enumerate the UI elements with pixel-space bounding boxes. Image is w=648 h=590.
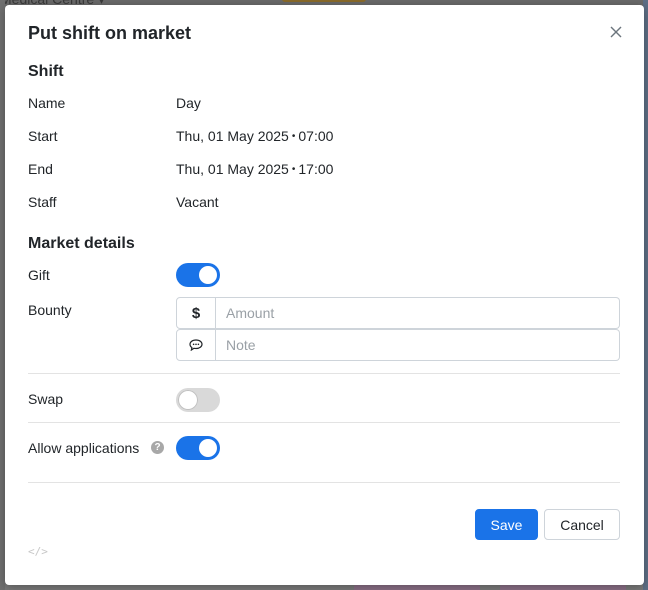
- name-value: Day: [176, 95, 201, 111]
- swap-label: Swap: [28, 391, 64, 407]
- toggle-knob: [178, 390, 198, 410]
- divider: [28, 422, 620, 423]
- start-time: 07:00: [298, 128, 334, 144]
- market-details-title: Market details: [28, 235, 135, 252]
- end-time: 17:00: [298, 161, 334, 177]
- market-shift-dialog: Put shift on market Shift Name Day Start…: [5, 5, 644, 585]
- cancel-button[interactable]: Cancel: [544, 509, 620, 540]
- gift-toggle[interactable]: [176, 263, 220, 287]
- start-date: Thu, 01 May 2025: [176, 128, 289, 144]
- start-label: Start: [28, 128, 58, 144]
- bounty-amount-group: $: [176, 297, 620, 329]
- end-value: Thu, 01 May 2025 • 17:00: [176, 161, 333, 177]
- background-badge: [282, 0, 366, 2]
- bounty-note-group: [176, 329, 620, 361]
- close-icon[interactable]: [607, 23, 625, 41]
- amount-input[interactable]: [216, 297, 620, 329]
- speech-bubble-icon: [176, 329, 216, 361]
- swap-toggle[interactable]: [176, 388, 220, 412]
- save-button[interactable]: Save: [475, 509, 538, 540]
- separator-dot: •: [291, 164, 296, 175]
- allow-applications-label: Allow applications: [28, 440, 140, 456]
- gift-label: Gift: [28, 267, 50, 283]
- end-date: Thu, 01 May 2025: [176, 161, 289, 177]
- separator-dot: •: [291, 131, 296, 142]
- shift-section-title: Shift: [28, 63, 64, 80]
- code-icon[interactable]: </>: [28, 545, 48, 558]
- dollar-icon: $: [176, 297, 216, 329]
- divider: [28, 373, 620, 374]
- bounty-label: Bounty: [28, 302, 72, 318]
- start-value: Thu, 01 May 2025 • 07:00: [176, 128, 333, 144]
- note-input[interactable]: [216, 329, 620, 361]
- staff-value: Vacant: [176, 194, 219, 210]
- end-label: End: [28, 161, 53, 177]
- staff-label: Staff: [28, 194, 57, 210]
- dialog-title: Put shift on market: [28, 23, 192, 43]
- allow-applications-toggle[interactable]: [176, 436, 220, 460]
- help-icon[interactable]: ?: [151, 441, 164, 454]
- name-label: Name: [28, 95, 66, 111]
- toggle-knob: [199, 439, 217, 457]
- divider: [28, 482, 620, 483]
- toggle-knob: [199, 266, 217, 284]
